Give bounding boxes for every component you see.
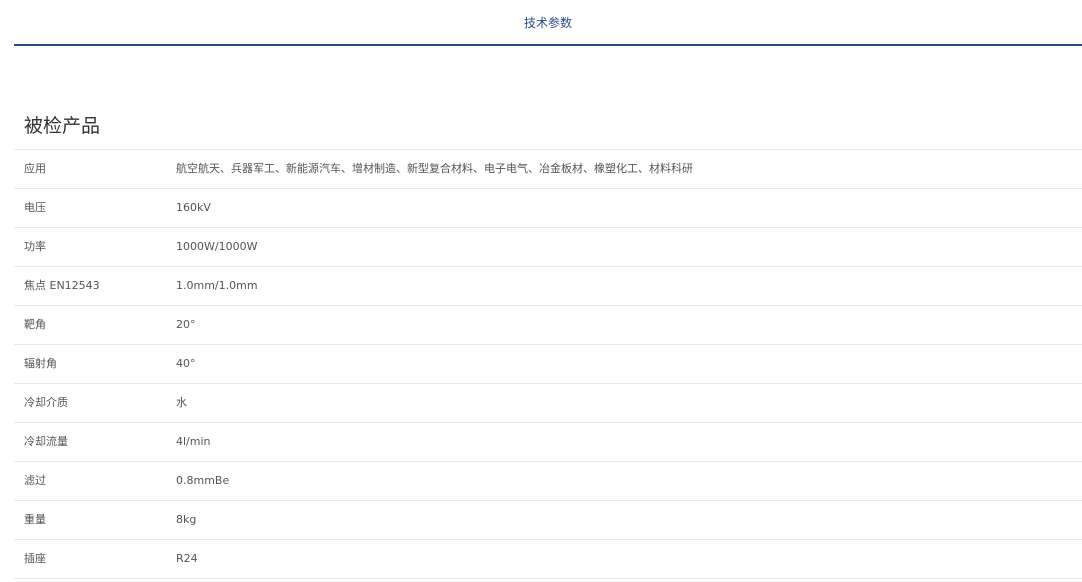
spec-row-target-angle: 靶角 20° xyxy=(14,306,1082,345)
spec-label: 冷却介质 xyxy=(24,396,68,409)
spec-value: 水 xyxy=(176,396,187,409)
spec-value: 1.0mm/1.0mm xyxy=(176,279,258,292)
spec-row-filtration: 滤过 0.8mmBe xyxy=(14,462,1082,501)
spec-value: 160kV xyxy=(176,201,211,214)
spec-value: 0.8mmBe xyxy=(176,474,230,487)
spec-label: 插座 xyxy=(24,552,46,565)
spec-row-focal-spot: 焦点 EN12543 1.0mm/1.0mm xyxy=(14,267,1082,306)
tab-technical-parameters[interactable]: 技术参数 xyxy=(14,0,1082,44)
section-title: 被检产品 xyxy=(24,115,101,137)
spec-row-radiation-angle: 辐射角 40° xyxy=(14,345,1082,384)
spec-value: R24 xyxy=(176,552,198,565)
spec-value: 8kg xyxy=(176,513,197,526)
spec-row-cooling-medium: 冷却介质 水 xyxy=(14,384,1082,423)
spec-value: 航空航天、兵器军工、新能源汽车、增材制造、新型复合材料、电子电气、冶金板材、橡塑… xyxy=(176,162,693,175)
spec-label: 靶角 xyxy=(24,318,46,331)
spec-value: 20° xyxy=(176,318,196,331)
spec-row-voltage: 电压 160kV xyxy=(14,189,1082,228)
spec-table: 应用 航空航天、兵器军工、新能源汽车、增材制造、新型复合材料、电子电气、冶金板材… xyxy=(14,149,1082,579)
spec-label: 重量 xyxy=(24,513,46,526)
spec-label: 应用 xyxy=(24,162,46,175)
spec-value: 4l/min xyxy=(176,435,211,448)
spec-row-application: 应用 航空航天、兵器军工、新能源汽车、增材制造、新型复合材料、电子电气、冶金板材… xyxy=(14,150,1082,189)
spec-value: 1000W/1000W xyxy=(176,240,258,253)
spec-label: 冷却流量 xyxy=(24,435,68,448)
spec-label: 功率 xyxy=(24,240,46,253)
spec-label: 辐射角 xyxy=(24,357,57,370)
spec-row-power: 功率 1000W/1000W xyxy=(14,228,1082,267)
spec-value: 40° xyxy=(176,357,196,370)
spec-row-socket: 插座 R24 xyxy=(14,540,1082,579)
spec-label: 电压 xyxy=(24,201,46,214)
tab-bar: 技术参数 xyxy=(14,0,1082,46)
spec-label: 焦点 EN12543 xyxy=(24,279,100,292)
spec-row-weight: 重量 8kg xyxy=(14,501,1082,540)
spec-label: 滤过 xyxy=(24,474,46,487)
spec-row-cooling-flow: 冷却流量 4l/min xyxy=(14,423,1082,462)
